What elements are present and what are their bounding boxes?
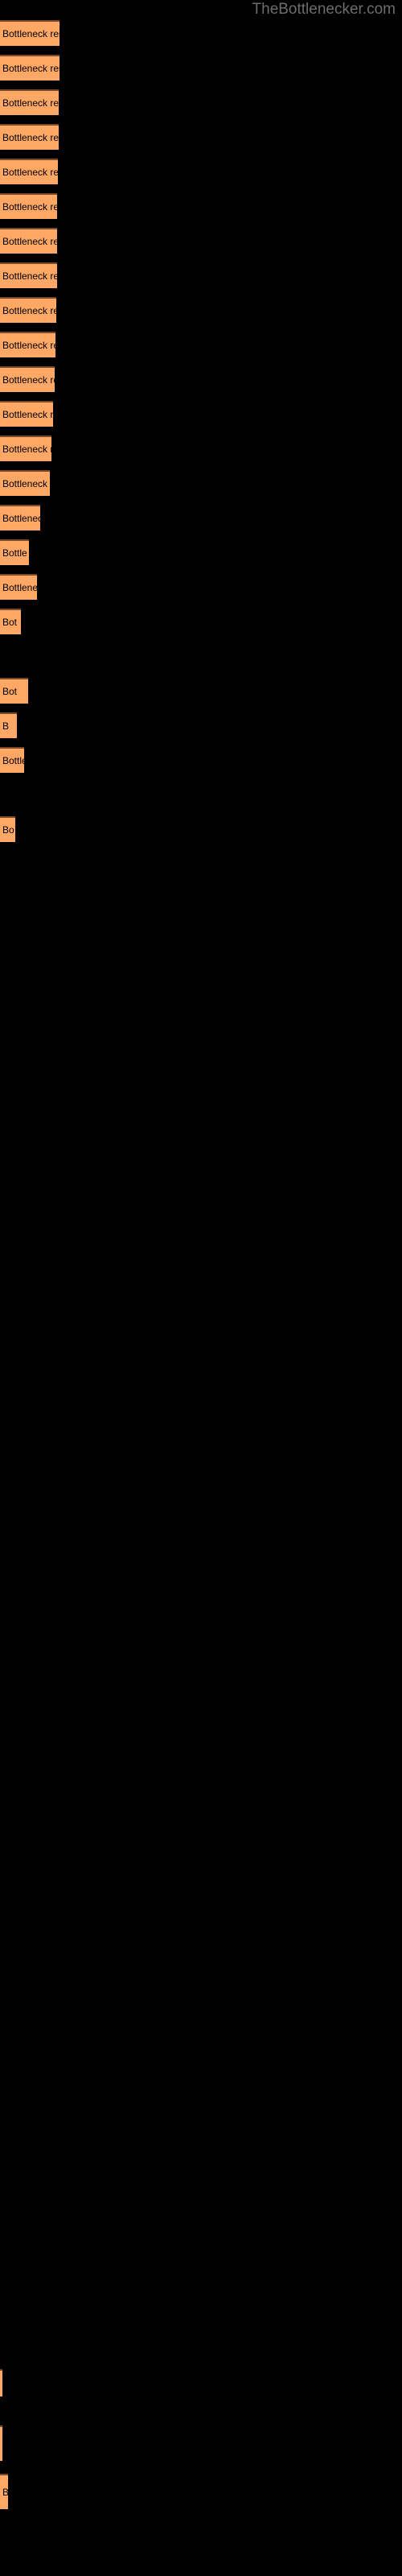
bar-5: Bottleneck result [0, 159, 58, 184]
bar-23 [0, 2369, 2, 2396]
bar-label: Bottleneck result [2, 63, 59, 74]
bar-4: Bottleneck result [0, 124, 59, 150]
bar-label: Bottlene [2, 582, 37, 593]
bar-7: Bottleneck result [0, 228, 57, 254]
page-title: TheBottlenecker.com [252, 1, 396, 18]
bar-10: Bottleneck resul [0, 332, 55, 357]
bar-label: Bottleneck result [2, 132, 59, 143]
bar-label: Bottleneck resul [2, 201, 57, 213]
bar-1: Bottleneck result [0, 20, 59, 46]
bar-11: Bottleneck resu [0, 366, 55, 392]
bar-14: Bottleneck res [0, 470, 50, 496]
bar-16: Bottle [0, 539, 29, 565]
bar-label: Bottleneck rese [2, 444, 51, 455]
bar-13: Bottleneck rese [0, 436, 51, 461]
bar-3: Bottleneck result [0, 89, 59, 115]
bar-19: Bot [0, 678, 28, 704]
bar-label: Bottleneck result [2, 28, 59, 39]
bar-label: B [2, 2487, 8, 2498]
bar-24 [0, 2425, 2, 2461]
bar-label: Bottleneck resu [2, 374, 55, 386]
bar-label: Bottle [2, 547, 27, 559]
bar-label: Bottleneck resul [2, 340, 55, 351]
bar-label: Bottleneck res [2, 478, 50, 489]
bar-21: Bottle [0, 747, 24, 773]
bar-25: B [0, 2474, 8, 2509]
bar-2: Bottleneck result [0, 55, 59, 80]
bar-6: Bottleneck resul [0, 193, 57, 219]
bar-8: Bottleneck result [0, 262, 57, 288]
bar-15: Bottleneck [0, 505, 40, 530]
chart-page: TheBottlenecker.com Bottleneck result Bot… [0, 0, 402, 2576]
bar-label: Bottleneck result [2, 97, 59, 109]
bar-18: Bot [0, 609, 21, 634]
bar-label: Bot [2, 686, 18, 697]
bar-label: Bottleneck result [2, 167, 58, 178]
bar-17: Bottlene [0, 574, 37, 600]
bar-9: Bottleneck resul [0, 297, 56, 323]
bar-label: Bo [2, 824, 14, 836]
bar-22: Bo [0, 816, 15, 842]
bar-12: Bottleneck res [0, 401, 53, 427]
bar-label: B [2, 720, 10, 732]
bar-label: Bottleneck result [2, 236, 57, 247]
bar-20: B [0, 712, 17, 738]
bar-label: Bottleneck result [2, 270, 57, 282]
bar-label: Bottleneck [2, 513, 40, 524]
bar-label: Bottleneck resul [2, 305, 56, 316]
bar-label: Bottle [2, 755, 24, 766]
bar-label: Bottleneck res [2, 409, 53, 420]
bar-label: Bot [2, 617, 18, 628]
